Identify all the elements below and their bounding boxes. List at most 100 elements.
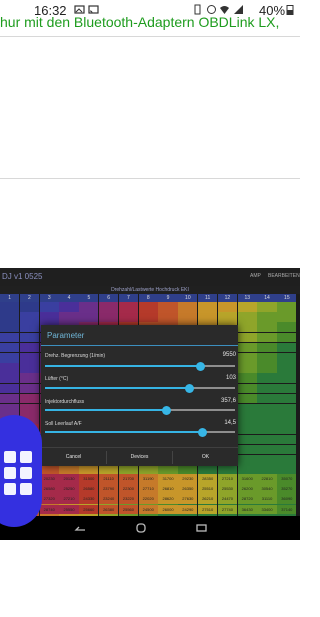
grid-cell[interactable] bbox=[198, 302, 218, 312]
grid-cell[interactable] bbox=[0, 342, 20, 353]
grid-cell[interactable] bbox=[257, 322, 277, 333]
grid-cell-value[interactable]: 21700 bbox=[118, 474, 139, 484]
grid-cell[interactable] bbox=[257, 312, 277, 322]
grid-cell[interactable] bbox=[39, 312, 59, 322]
grid-cell[interactable] bbox=[0, 373, 20, 384]
grid-cell[interactable] bbox=[59, 302, 79, 312]
grid-cell[interactable] bbox=[257, 455, 277, 465]
grid-cell[interactable] bbox=[257, 414, 277, 424]
back-icon[interactable] bbox=[73, 523, 87, 533]
grid-cell-value[interactable]: 26350 bbox=[178, 484, 198, 494]
grid-cell[interactable] bbox=[19, 342, 40, 353]
grid-cell-value[interactable]: 28740 bbox=[39, 504, 59, 515]
grid-cell-value[interactable]: 25250 bbox=[59, 484, 79, 494]
grid-cell[interactable] bbox=[237, 434, 257, 445]
grid-cell[interactable] bbox=[277, 363, 297, 373]
grid-cell[interactable] bbox=[277, 322, 297, 333]
grid-cell[interactable] bbox=[19, 383, 40, 394]
grid-cell[interactable] bbox=[277, 434, 297, 445]
grid-cell[interactable] bbox=[257, 373, 277, 384]
grid-cell-value[interactable]: 26000 bbox=[158, 504, 178, 515]
grid-cell[interactable] bbox=[0, 363, 20, 373]
grid-cell[interactable] bbox=[0, 312, 20, 322]
grid-cell[interactable] bbox=[237, 322, 257, 333]
slider-rpm-limit[interactable] bbox=[45, 361, 235, 371]
grid-cell[interactable] bbox=[277, 424, 297, 435]
grid-cell[interactable] bbox=[257, 302, 277, 312]
grid-cell[interactable] bbox=[158, 302, 178, 312]
grid-cell-value[interactable]: 24290 bbox=[178, 504, 198, 515]
grid-cell-value[interactable]: 29230 bbox=[178, 474, 198, 484]
grid-cell-value[interactable]: 22300 bbox=[118, 484, 139, 494]
grid-cell[interactable] bbox=[158, 312, 178, 322]
grid-cell[interactable] bbox=[237, 332, 257, 343]
grid-cell[interactable] bbox=[257, 434, 277, 445]
grid-cell[interactable] bbox=[0, 353, 20, 363]
grid-cell[interactable] bbox=[277, 312, 297, 322]
grid-cell-value[interactable]: 26580 bbox=[39, 484, 59, 494]
toolbar-edit[interactable]: BEARBEITEN bbox=[268, 273, 300, 279]
grid-cell[interactable] bbox=[19, 353, 40, 363]
grid-cell-value[interactable]: 20130 bbox=[59, 474, 79, 484]
grid-cell-value[interactable]: 37140 bbox=[277, 504, 297, 515]
grid-cell[interactable] bbox=[237, 455, 257, 465]
grid-cell[interactable] bbox=[257, 393, 277, 404]
grid-cell[interactable] bbox=[79, 302, 99, 312]
slider-idle-af[interactable] bbox=[45, 427, 235, 437]
grid-cell-value[interactable]: 25560 bbox=[118, 504, 139, 515]
grid-cell-value[interactable]: 26580 bbox=[79, 484, 99, 494]
grid-cell[interactable] bbox=[39, 302, 59, 312]
grid-cell[interactable] bbox=[19, 363, 40, 373]
recents-icon[interactable] bbox=[194, 523, 208, 533]
grid-cell[interactable] bbox=[198, 312, 218, 322]
grid-cell-value[interactable]: 21110 bbox=[99, 474, 119, 484]
grid-cell[interactable] bbox=[237, 424, 257, 435]
cancel-button[interactable]: Cancel bbox=[41, 448, 106, 467]
grid-cell[interactable] bbox=[19, 302, 40, 312]
grid-cell[interactable] bbox=[237, 312, 257, 322]
grid-cell-value[interactable]: 24500 bbox=[138, 504, 158, 515]
grid-cell-value[interactable]: 27210 bbox=[59, 494, 79, 505]
grid-cell[interactable] bbox=[277, 414, 297, 424]
grid-cell[interactable] bbox=[237, 373, 257, 384]
slider-thumb[interactable] bbox=[196, 361, 206, 371]
grid-cell[interactable] bbox=[118, 312, 139, 322]
grid-cell-value[interactable]: 36090 bbox=[277, 494, 297, 505]
grid-cell[interactable] bbox=[99, 312, 119, 322]
grid-cell[interactable] bbox=[19, 373, 40, 384]
grid-cell[interactable] bbox=[0, 404, 20, 414]
grid-cell[interactable] bbox=[277, 342, 297, 353]
grid-cell-value[interactable]: 26200 bbox=[237, 484, 257, 494]
grid-cell-value[interactable]: 31110 bbox=[257, 494, 277, 505]
grid-cell[interactable] bbox=[257, 353, 277, 363]
slider-thumb[interactable] bbox=[198, 427, 208, 437]
grid-cell-value[interactable]: 30540 bbox=[257, 484, 277, 494]
grid-cell[interactable] bbox=[277, 383, 297, 394]
grid-cell[interactable] bbox=[0, 302, 20, 312]
grid-cell[interactable] bbox=[19, 332, 40, 343]
grid-cell[interactable] bbox=[277, 373, 297, 384]
grid-cell[interactable] bbox=[237, 414, 257, 424]
grid-cell-value[interactable]: 23240 bbox=[99, 494, 119, 505]
grid-cell-value[interactable]: 31500 bbox=[79, 474, 99, 484]
grid-cell[interactable] bbox=[237, 342, 257, 353]
grid-cell-value[interactable]: 25550 bbox=[59, 504, 79, 515]
grid-cell-value[interactable]: 25510 bbox=[198, 484, 218, 494]
grid-cell-value[interactable]: 25530 bbox=[217, 484, 238, 494]
toolbar-amp[interactable]: AMP bbox=[250, 273, 261, 279]
grid-cell[interactable] bbox=[217, 312, 238, 322]
grid-cell-value[interactable]: 35270 bbox=[277, 484, 297, 494]
grid-cell[interactable] bbox=[257, 383, 277, 394]
grid-cell[interactable] bbox=[237, 383, 257, 394]
grid-cell[interactable] bbox=[257, 363, 277, 373]
grid-cell[interactable] bbox=[217, 302, 238, 312]
slider-thumb[interactable] bbox=[162, 405, 172, 415]
grid-cell-value[interactable]: 24330 bbox=[79, 494, 99, 505]
grid-cell-value[interactable]: 27320 bbox=[39, 494, 59, 505]
grid-cell-value[interactable]: 28350 bbox=[198, 474, 218, 484]
grid-cell-value[interactable]: 33400 bbox=[257, 504, 277, 515]
grid-cell-value[interactable]: 25660 bbox=[79, 504, 99, 515]
grid-cell[interactable] bbox=[277, 444, 297, 455]
grid-cell[interactable] bbox=[257, 404, 277, 414]
grid-cell[interactable] bbox=[257, 424, 277, 435]
